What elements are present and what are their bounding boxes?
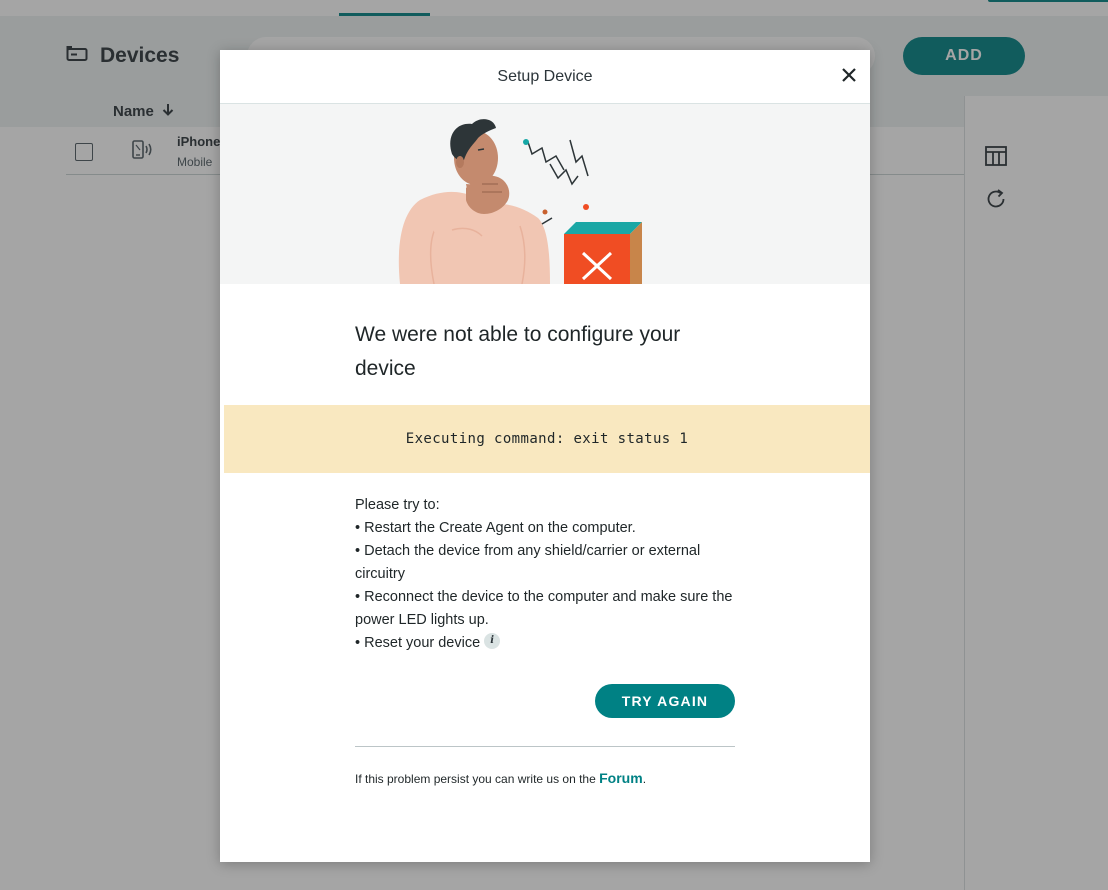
- error-banner: Executing command: exit status 1: [224, 405, 870, 473]
- tip-item: • Reconnect the device to the computer a…: [355, 589, 733, 628]
- footer-note: If this problem persist you can write us…: [355, 770, 755, 786]
- troubleshooting-tips: Please try to: • Restart the Create Agen…: [355, 494, 735, 655]
- tips-intro: Please try to:: [355, 497, 440, 513]
- close-icon: [841, 67, 857, 86]
- modal-title: Setup Device: [497, 67, 593, 85]
- tip-item: • Restart the Create Agent on the comput…: [355, 520, 636, 536]
- tip-item: • Detach the device from any shield/carr…: [355, 543, 701, 582]
- error-message: Executing command: exit status 1: [405, 431, 689, 447]
- tip-item-reset: • Reset your device: [355, 632, 735, 655]
- info-icon[interactable]: [484, 633, 501, 649]
- setup-device-modal: Setup Device We were not able to configu…: [220, 50, 870, 862]
- try-again-button[interactable]: TRY AGAIN: [595, 684, 735, 718]
- forum-link[interactable]: Forum: [599, 770, 643, 786]
- footer-prefix: If this problem persist you can write us…: [355, 772, 600, 786]
- error-illustration: [220, 104, 870, 284]
- tip-item: • Reset your device: [355, 635, 481, 651]
- modal-header: Setup Device: [220, 50, 870, 104]
- divider: [355, 746, 735, 747]
- close-button[interactable]: [838, 65, 860, 87]
- error-headline: We were not able to configure your devic…: [355, 323, 681, 380]
- footer-suffix: .: [642, 772, 647, 786]
